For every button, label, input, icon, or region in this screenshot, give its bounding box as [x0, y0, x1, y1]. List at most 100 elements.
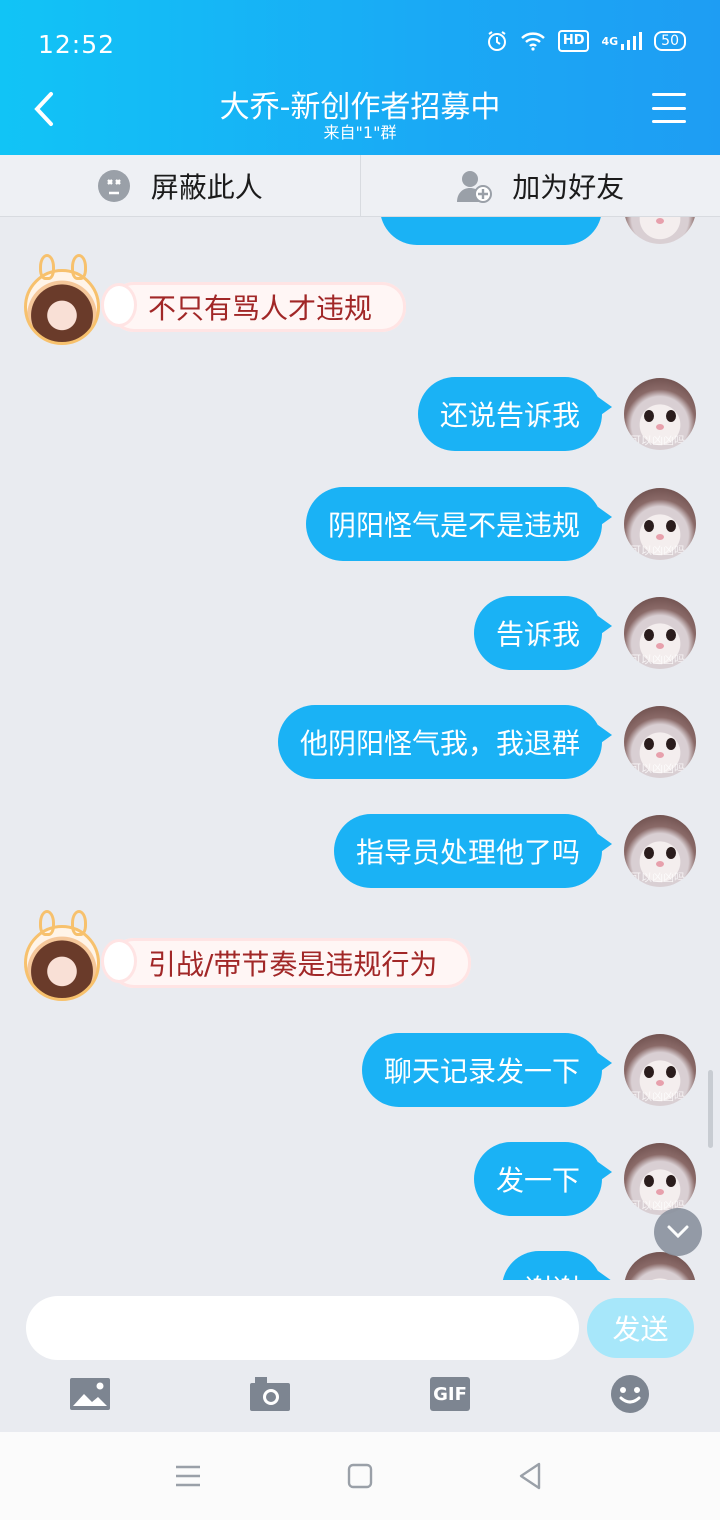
chat-header: 12:52 HD 4G 50 大乔-新创作者招募中 来自"1"群: [0, 0, 720, 155]
action-bar: 屏蔽此人 加为好友: [0, 155, 720, 217]
scroll-to-bottom-button[interactable]: [654, 1208, 702, 1256]
menu-icon-line: [652, 106, 686, 110]
avatar-ear: [71, 910, 87, 936]
message-text: 谢谢: [524, 1268, 580, 1280]
message-bubble[interactable]: 不只有骂人才违规: [103, 282, 407, 332]
message-text: 他阴阳怪气我，我退群: [299, 727, 580, 760]
message-row-incoming: 不只有骂人才违规: [24, 254, 407, 345]
avatar-nose: [656, 534, 664, 540]
message-row-outgoing: [380, 217, 696, 245]
my-avatar[interactable]: 可以凶凶吗: [624, 815, 696, 887]
menu-icon-line: [652, 120, 686, 123]
image-button[interactable]: [68, 1372, 112, 1416]
message-bubble[interactable]: 聊天记录发一下: [361, 1033, 613, 1107]
smiley-icon: [611, 1375, 649, 1413]
avatar-eye: [644, 847, 654, 859]
camera-button[interactable]: [248, 1372, 292, 1416]
avatar-nose: [656, 643, 664, 649]
alarm-icon: [486, 30, 508, 52]
avatar-eye: [644, 1066, 654, 1078]
gif-button[interactable]: GIF: [428, 1372, 472, 1416]
status-icons: HD 4G 50: [486, 30, 686, 52]
my-avatar[interactable]: 可以凶凶吗: [624, 1034, 696, 1106]
sender-avatar[interactable]: [24, 254, 100, 345]
add-friend-button[interactable]: 加为好友: [359, 155, 720, 216]
avatar-eye: [644, 520, 654, 532]
add-user-icon: [457, 170, 493, 203]
sender-avatar[interactable]: [24, 910, 100, 1001]
message-bubble[interactable]: 他阴阳怪气我，我退群: [277, 705, 613, 779]
avatar-eye: [666, 847, 676, 859]
my-avatar[interactable]: 可以凶凶吗: [624, 597, 696, 669]
send-button[interactable]: 发送: [587, 1298, 694, 1358]
chevron-down-icon: [667, 1225, 689, 1239]
message-bubble[interactable]: 告诉我: [473, 596, 613, 670]
avatar-eye: [644, 1175, 654, 1187]
avatar-watermark: 可以凶凶吗: [630, 1090, 685, 1103]
nav-back-button[interactable]: [512, 1460, 548, 1492]
block-face-icon: [97, 169, 130, 202]
block-user-button[interactable]: 屏蔽此人: [0, 155, 360, 216]
input-toolbar: GIF: [0, 1372, 720, 1422]
message-text: 阴阳怪气是不是违规: [327, 509, 580, 542]
gif-icon: GIF: [430, 1377, 470, 1411]
emoji-button[interactable]: [608, 1372, 652, 1416]
message-text: 不只有骂人才违规: [148, 292, 373, 325]
my-avatar[interactable]: 可以凶凶吗: [624, 378, 696, 450]
menu-button[interactable]: [652, 93, 686, 123]
message-row-outgoing: 谢谢: [501, 1251, 696, 1280]
avatar-nose: [656, 218, 664, 224]
menu-lines-icon: [176, 1465, 200, 1487]
avatar-eye: [644, 629, 654, 641]
avatar-eye: [666, 629, 676, 641]
avatar-eye: [644, 738, 654, 750]
message-row-incoming: 引战/带节奏是违规行为: [24, 910, 472, 1001]
nav-home-button[interactable]: [342, 1460, 378, 1492]
message-bubble[interactable]: 引战/带节奏是违规行为: [103, 938, 472, 988]
message-row-outgoing: 还说告诉我 可以凶凶吗: [417, 377, 696, 451]
avatar-ear: [39, 910, 55, 936]
triangle-back-icon: [519, 1462, 541, 1490]
avatar-eye: [666, 410, 676, 422]
message-row-outgoing: 告诉我 可以凶凶吗: [473, 596, 696, 670]
nav-menu-button[interactable]: [170, 1460, 206, 1492]
my-avatar[interactable]: [624, 217, 696, 244]
hd-badge: HD: [557, 30, 590, 52]
message-bubble[interactable]: 指导员处理他了吗: [333, 814, 613, 888]
block-user-label: 屏蔽此人: [150, 170, 263, 204]
message-text: 告诉我: [495, 618, 580, 651]
message-text: 引战/带节奏是违规行为: [148, 948, 438, 981]
my-avatar[interactable]: [624, 1252, 696, 1280]
avatar-nose: [656, 861, 664, 867]
message-text: 指导员处理他了吗: [355, 836, 580, 869]
avatar-watermark: 可以凶凶吗: [630, 871, 685, 884]
message-row-outgoing: 聊天记录发一下 可以凶凶吗: [361, 1033, 696, 1107]
message-bubble[interactable]: 发一下: [473, 1142, 613, 1216]
gif-label: GIF: [433, 1383, 467, 1405]
system-nav-bar: [0, 1432, 720, 1520]
my-avatar[interactable]: 可以凶凶吗: [624, 706, 696, 778]
message-bubble[interactable]: [380, 217, 602, 245]
message-input[interactable]: [26, 1296, 579, 1360]
message-bubble[interactable]: 还说告诉我: [417, 377, 613, 451]
battery-indicator: 50: [654, 31, 686, 51]
avatar-eye: [644, 410, 654, 422]
avatar-nose: [656, 1189, 664, 1195]
cellular-signal-icon: 4G: [601, 31, 643, 51]
message-list[interactable]: 不只有骂人才违规 还说告诉我 可以凶凶吗 阴阳怪气是不是违规 可以凶凶吗 告诉我…: [0, 217, 720, 1280]
add-friend-label: 加为好友: [512, 170, 625, 204]
scrollbar[interactable]: [708, 1070, 713, 1148]
image-icon: [70, 1378, 110, 1410]
message-row-outgoing: 发一下 可以凶凶吗: [473, 1142, 696, 1216]
message-bubble[interactable]: 谢谢: [501, 1251, 613, 1280]
square-icon: [347, 1463, 373, 1489]
avatar-watermark: 可以凶凶吗: [630, 434, 685, 447]
menu-icon-line: [652, 93, 686, 96]
message-bubble[interactable]: 阴阳怪气是不是违规: [305, 487, 613, 561]
avatar-eye: [666, 1066, 676, 1078]
my-avatar[interactable]: 可以凶凶吗: [624, 1143, 696, 1215]
wifi-icon: [520, 31, 546, 51]
avatar-watermark: 可以凶凶吗: [630, 762, 685, 775]
my-avatar[interactable]: 可以凶凶吗: [624, 488, 696, 560]
avatar-watermark: 可以凶凶吗: [630, 653, 685, 666]
